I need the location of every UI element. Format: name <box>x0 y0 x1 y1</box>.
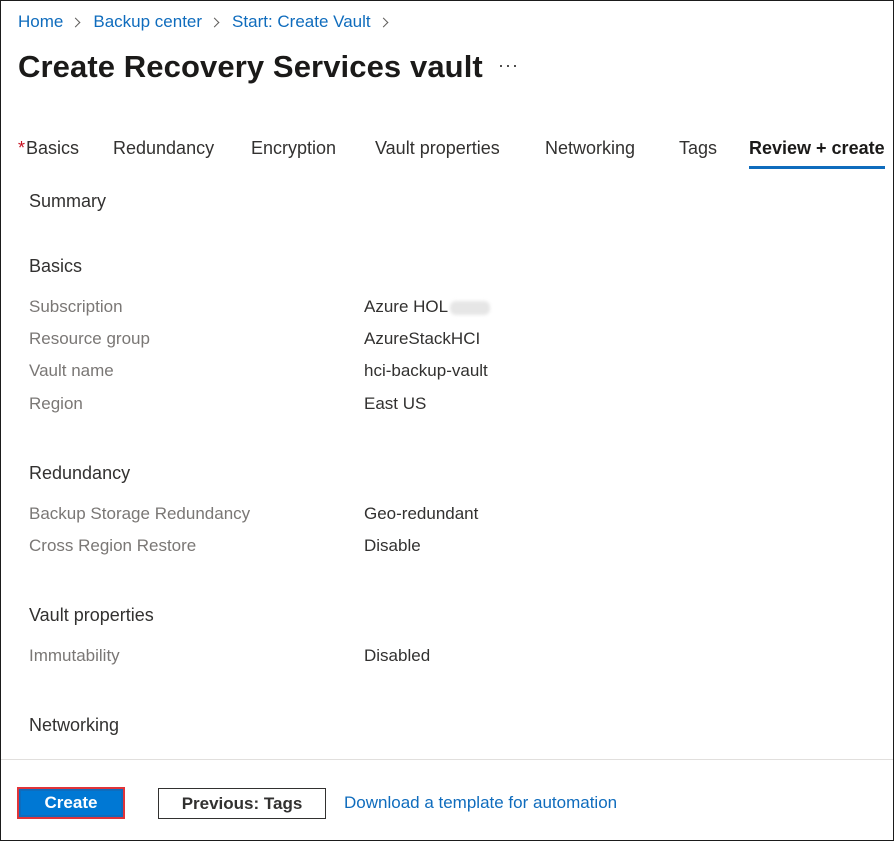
tab-redundancy[interactable]: Redundancy <box>113 135 214 169</box>
breadcrumb-backup-center[interactable]: Backup center <box>93 12 202 32</box>
tab-review-create[interactable]: Review + create <box>749 135 885 169</box>
tab-bar: *Basics Redundancy Encryption Vault prop… <box>1 135 893 171</box>
immutability-value: Disabled <box>364 646 431 665</box>
redundancy-heading: Redundancy <box>29 463 131 483</box>
page-title: Create Recovery Services vault <box>18 49 483 84</box>
tab-tags[interactable]: Tags <box>679 135 717 169</box>
chevron-right-icon <box>209 17 220 27</box>
chevron-right-icon <box>70 17 81 27</box>
basics-heading: Basics <box>29 256 83 276</box>
region-label: Region <box>29 394 83 413</box>
subscription-value: Azure HOL <box>364 297 491 317</box>
previous-tags-button[interactable]: Previous: Tags <box>158 788 326 819</box>
cross-region-restore-label: Cross Region Restore <box>29 536 197 555</box>
resource-group-value: AzureStackHCI <box>364 329 481 348</box>
breadcrumb-start-create-vault[interactable]: Start: Create Vault <box>232 12 371 32</box>
tab-encryption[interactable]: Encryption <box>251 135 336 169</box>
summary-heading: Summary <box>29 191 107 211</box>
create-button-label: Create <box>21 791 121 815</box>
more-options-icon[interactable]: ··· <box>498 55 519 76</box>
tab-basics[interactable]: *Basics <box>18 135 79 169</box>
resource-group-label: Resource group <box>29 329 150 348</box>
immutability-label: Immutability <box>29 646 120 665</box>
subscription-label: Subscription <box>29 297 123 316</box>
chevron-right-icon <box>378 17 389 27</box>
download-template-link[interactable]: Download a template for automation <box>344 793 617 813</box>
required-marker: * <box>18 138 26 158</box>
footer-bar: Create Previous: Tags Download a templat… <box>1 759 893 840</box>
breadcrumb-home[interactable]: Home <box>18 12 63 32</box>
tab-vault-properties[interactable]: Vault properties <box>375 135 500 169</box>
create-button[interactable]: Create <box>17 787 125 819</box>
vault-name-label: Vault name <box>29 361 114 380</box>
backup-storage-redundancy-label: Backup Storage Redundancy <box>29 504 251 523</box>
review-summary: Summary Basics Subscription Azure HOL Re… <box>29 171 879 759</box>
backup-storage-redundancy-value: Geo-redundant <box>364 504 479 523</box>
subscription-value-text: Azure HOL <box>364 297 449 316</box>
redacted-text <box>450 300 491 315</box>
vault-name-value: hci-backup-vault <box>364 361 488 380</box>
create-vault-blade: Home Backup center Start: Create Vault C… <box>0 0 894 841</box>
tab-basics-label: Basics <box>26 138 80 158</box>
tab-networking[interactable]: Networking <box>545 135 635 169</box>
region-value: East US <box>364 394 427 413</box>
vault-properties-heading: Vault properties <box>29 605 154 625</box>
cross-region-restore-value: Disable <box>364 536 421 555</box>
breadcrumb: Home Backup center Start: Create Vault <box>18 12 401 32</box>
networking-heading: Networking <box>29 715 120 735</box>
